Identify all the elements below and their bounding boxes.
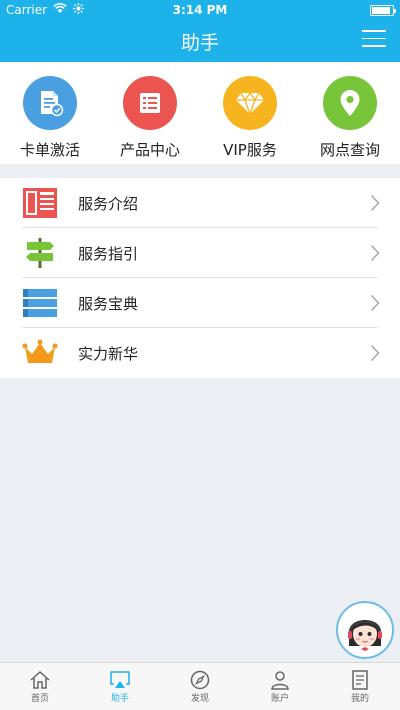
menu-icon-line: [362, 30, 386, 32]
quick-action-branch-search[interactable]: 网点查询: [300, 62, 400, 164]
status-time: 3:14 PM: [172, 3, 228, 17]
tab-label: 我的: [350, 693, 369, 704]
chevron-right-icon: [350, 194, 380, 212]
list-item-service-guide[interactable]: 服务指引: [0, 228, 400, 278]
list-item-strength[interactable]: 实力新华: [0, 328, 400, 378]
tab-assistant[interactable]: 助手: [80, 663, 160, 710]
list-item-label: 实力新华: [78, 344, 139, 363]
quick-action-card-activation[interactable]: 卡单激活: [0, 62, 100, 164]
list-item-service-intro[interactable]: 服务介绍: [0, 178, 400, 228]
list-item-service-handbook[interactable]: 服务宝典: [0, 278, 400, 328]
notes-icon: [352, 669, 368, 690]
tab-account[interactable]: 账户: [240, 663, 320, 710]
status-right: [244, 4, 396, 16]
user-icon: [271, 670, 289, 690]
tab-label: 账户: [270, 693, 289, 704]
tab-bar: 首页 助手 发现 账户 我的: [0, 662, 400, 710]
tab-label: 首页: [30, 693, 49, 704]
battery-icon: [370, 4, 396, 16]
list-icon: [123, 76, 177, 130]
list-item-label: 服务宝典: [78, 294, 139, 313]
menu-button[interactable]: [362, 30, 386, 52]
quick-action-label: 卡单激活: [19, 141, 80, 159]
airplay-icon: [110, 670, 130, 688]
tab-discover[interactable]: 发现: [160, 663, 240, 710]
nav-bar: 助手: [0, 20, 400, 62]
diamond-icon: [223, 76, 277, 130]
tab-mine[interactable]: 我的: [320, 663, 400, 710]
quick-actions-panel: 卡单激活 产品中心 VIP服务 网点查询: [0, 62, 400, 164]
menu-icon-line: [362, 45, 386, 47]
status-bar: Carrier 3:14 PM: [0, 0, 400, 20]
list-item-label: 服务介绍: [78, 194, 139, 213]
tab-label: 助手: [110, 693, 129, 704]
quick-action-product-center[interactable]: 产品中心: [100, 62, 200, 164]
list-item-label: 服务指引: [78, 244, 139, 263]
home-icon: [30, 670, 50, 689]
status-left: Carrier: [6, 3, 156, 17]
customer-service-avatar-button[interactable]: [336, 601, 394, 659]
service-list: 服务介绍 服务指引 服务宝典 实力新华: [0, 178, 400, 378]
document-check-icon: [23, 76, 77, 130]
wifi-icon: [53, 3, 67, 17]
chevron-right-icon: [350, 294, 380, 312]
newspaper-icon: [22, 185, 58, 221]
chevron-right-icon: [350, 344, 380, 362]
quick-action-label: VIP服务: [223, 141, 277, 159]
quick-action-label: 产品中心: [119, 141, 180, 159]
quick-action-vip-service[interactable]: VIP服务: [200, 62, 300, 164]
books-icon: [22, 285, 58, 321]
crown-icon: [22, 335, 58, 371]
tab-label: 发现: [190, 693, 209, 704]
carrier-label: Carrier: [6, 3, 48, 17]
signpost-icon: [22, 235, 58, 271]
support-agent-icon: [348, 620, 382, 651]
battery-fill: [372, 6, 390, 14]
page-title: 助手: [180, 31, 219, 54]
tab-home[interactable]: 首页: [0, 663, 80, 710]
compass-icon: [190, 670, 210, 689]
menu-icon-line: [362, 37, 386, 39]
activity-icon: [73, 3, 85, 17]
location-pin-icon: [323, 76, 377, 130]
quick-action-label: 网点查询: [319, 141, 380, 159]
chevron-right-icon: [350, 244, 380, 262]
